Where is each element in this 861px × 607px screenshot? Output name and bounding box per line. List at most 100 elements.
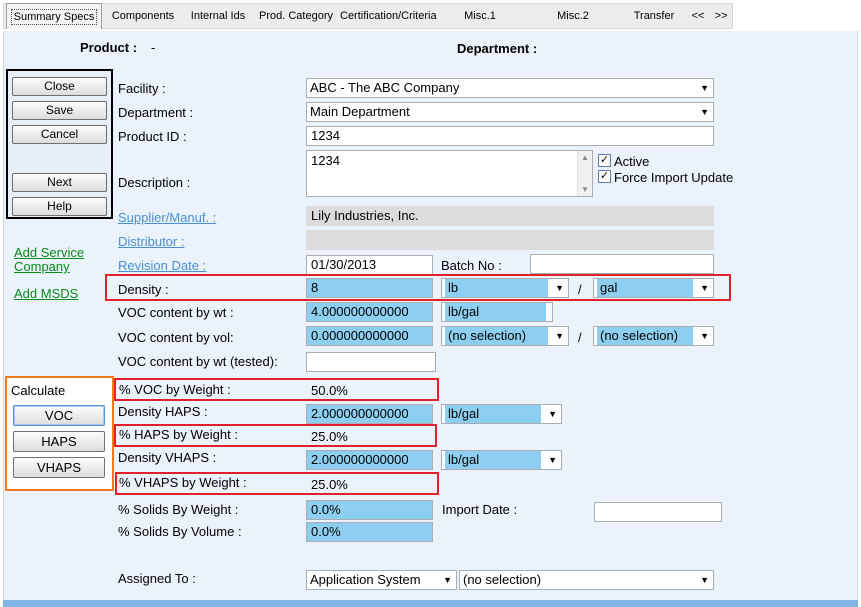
product-header-value: -	[151, 40, 156, 55]
next-button[interactable]: Next	[12, 173, 107, 192]
voc-wt-input[interactable]: 4.000000000000	[306, 302, 433, 322]
voc-vol-unit2-select[interactable]: (no selection) ▼	[593, 326, 714, 346]
product-id-input[interactable]: 1234	[306, 126, 714, 146]
active-checkbox[interactable]: ✓	[598, 154, 611, 167]
chevron-down-icon: ▼	[700, 331, 709, 341]
tab-misc2[interactable]: Misc.2	[552, 3, 594, 29]
tab-misc1[interactable]: Misc.1	[460, 3, 500, 29]
supplier-field: Lily Industries, Inc.	[306, 206, 714, 226]
tab-bar: Summary Specs Components Internal Ids Pr…	[0, 0, 861, 31]
tab-components[interactable]: Components	[108, 3, 178, 29]
revision-date-link[interactable]: Revision Date :	[118, 258, 206, 273]
save-button[interactable]: Save	[12, 101, 107, 120]
calculate-panel: Calculate VOC HAPS VHAPS	[5, 376, 114, 491]
slash-separator: /	[578, 330, 582, 345]
density-haps-unit-select[interactable]: lb/gal ▼	[441, 404, 562, 424]
voc-vol-input[interactable]: 0.000000000000	[306, 326, 433, 346]
density-unit2-select[interactable]: gal ▼	[593, 278, 714, 298]
voc-tested-input[interactable]	[306, 352, 436, 372]
tab-scroll-left[interactable]: <<	[688, 3, 708, 29]
description-scrollbar[interactable]: ▲ ▼	[577, 151, 592, 196]
product-id-label: Product ID :	[118, 129, 187, 144]
tab-certification-criteria[interactable]: Certification/Criteria	[340, 3, 437, 29]
force-import-checkbox[interactable]: ✓	[598, 170, 611, 183]
facility-select[interactable]: ABC - The ABC Company ▼	[306, 78, 714, 98]
voc-vol-unit1-value: (no selection)	[445, 327, 548, 345]
solids-wt-input[interactable]: 0.0%	[306, 500, 433, 520]
density-vhaps-label: Density VHAPS :	[118, 450, 217, 465]
tab-scroll-right[interactable]: >>	[711, 3, 731, 29]
active-label: Active	[614, 154, 650, 169]
chevron-down-icon: ▼	[555, 283, 564, 293]
panel-bottom-bar	[3, 600, 858, 607]
pct-vhaps-input[interactable]: 25.0%	[306, 475, 433, 495]
calculate-vhaps-button[interactable]: VHAPS	[13, 457, 105, 478]
density-haps-input[interactable]: 2.000000000000	[306, 404, 433, 424]
calculate-title: Calculate	[11, 383, 66, 398]
revision-date-input[interactable]: 01/30/2013	[306, 255, 433, 275]
density-unit1-value: lb	[445, 279, 548, 297]
chevron-down-icon: ▼	[548, 455, 557, 465]
description-label: Description :	[118, 175, 191, 190]
chevron-down-icon: ▼	[555, 331, 564, 341]
solids-vol-label: % Solids By Volume :	[118, 524, 242, 539]
add-service-company-link[interactable]: Add Service Company	[14, 246, 104, 274]
pct-voc-input[interactable]: 50.0%	[306, 381, 433, 401]
slash-separator: /	[578, 282, 582, 297]
facility-label: Facility :	[118, 81, 166, 96]
facility-select-value: ABC - The ABC Company	[310, 80, 460, 95]
close-button[interactable]: Close	[12, 77, 107, 96]
tab-internal-ids[interactable]: Internal Ids	[190, 3, 246, 29]
assigned-to-value: Application System	[310, 572, 421, 587]
scroll-down-icon[interactable]: ▼	[581, 185, 589, 194]
chevron-down-icon: ▼	[700, 575, 709, 585]
description-textarea[interactable]: 1234 ▲ ▼	[306, 150, 593, 197]
tab-prod-category[interactable]: Prod. Category	[258, 3, 334, 29]
help-button[interactable]: Help	[12, 197, 107, 216]
distributor-link[interactable]: Distributor :	[118, 234, 184, 249]
voc-vol-unit2-value: (no selection)	[597, 327, 693, 345]
department-select[interactable]: Main Department ▼	[306, 102, 714, 122]
department-label: Department :	[118, 105, 194, 120]
density-unit2-value: gal	[597, 279, 693, 297]
supplier-link[interactable]: Supplier/Manuf. :	[118, 210, 216, 225]
chevron-down-icon: ▼	[548, 409, 557, 419]
action-button-panel: Close Save Cancel Next Help	[6, 69, 113, 219]
density-haps-label: Density HAPS :	[118, 404, 208, 419]
density-unit1-select[interactable]: lb ▼	[441, 278, 569, 298]
density-vhaps-unit-value: lb/gal	[445, 451, 541, 469]
distributor-field	[306, 230, 714, 250]
voc-wt-unit-value: lb/gal	[445, 303, 546, 321]
cancel-button[interactable]: Cancel	[12, 125, 107, 144]
chevron-down-icon: ▼	[700, 107, 709, 117]
solids-wt-label: % Solids By Weight :	[118, 502, 239, 517]
density-haps-unit-value: lb/gal	[445, 405, 541, 423]
density-input[interactable]: 8	[306, 278, 433, 298]
assigned-to-select[interactable]: Application System ▼	[306, 570, 457, 590]
voc-vol-label: VOC content by vol:	[118, 330, 234, 345]
batch-no-input[interactable]	[530, 254, 714, 274]
add-msds-link[interactable]: Add MSDS	[14, 286, 78, 301]
chevron-down-icon: ▼	[443, 575, 452, 585]
assigned-to-secondary-select[interactable]: (no selection) ▼	[459, 570, 714, 590]
batch-no-label: Batch No :	[441, 258, 502, 273]
voc-tested-label: VOC content by wt (tested):	[118, 354, 278, 369]
density-vhaps-input[interactable]: 2.000000000000	[306, 450, 433, 470]
tab-transfer[interactable]: Transfer	[632, 3, 676, 29]
solids-vol-input[interactable]: 0.0%	[306, 522, 433, 542]
department-header-label: Department :	[457, 41, 538, 56]
force-import-label: Force Import Update	[614, 170, 734, 185]
assigned-to-label: Assigned To :	[118, 571, 196, 586]
density-vhaps-unit-select[interactable]: lb/gal ▼	[441, 450, 562, 470]
import-date-input[interactable]	[594, 502, 722, 522]
tab-summary-specs[interactable]: Summary Specs	[6, 3, 102, 29]
calculate-haps-button[interactable]: HAPS	[13, 431, 105, 452]
pct-haps-input[interactable]: 25.0%	[306, 427, 433, 447]
import-date-label: Import Date :	[442, 502, 518, 517]
chevron-down-icon: ▼	[700, 283, 709, 293]
scroll-up-icon[interactable]: ▲	[581, 153, 589, 162]
department-select-value: Main Department	[310, 104, 410, 119]
voc-vol-unit1-select[interactable]: (no selection) ▼	[441, 326, 569, 346]
calculate-voc-button[interactable]: VOC	[13, 405, 105, 426]
voc-wt-unit-select[interactable]: lb/gal	[441, 302, 553, 322]
